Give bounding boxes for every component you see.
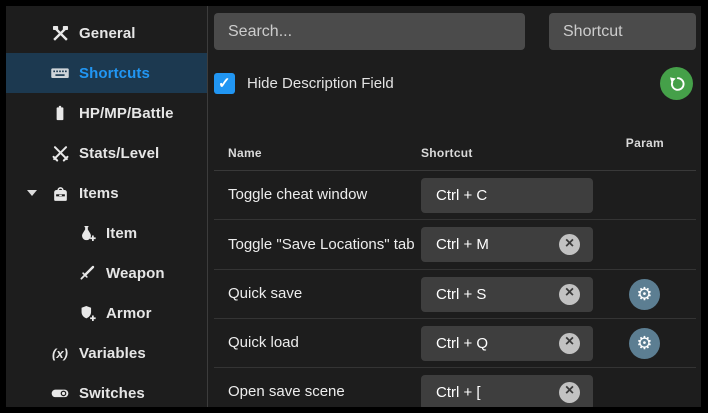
hammer-wrench-icon: [50, 23, 70, 43]
hide-description-label: Hide Description Field: [247, 74, 394, 92]
clear-shortcut-button[interactable]: [559, 283, 580, 305]
column-header-shortcut: Shortcut: [421, 146, 473, 160]
param-gear-button[interactable]: [629, 327, 660, 359]
sword-icon: [77, 263, 97, 283]
shortcut-field[interactable]: Ctrl + [: [421, 374, 593, 407]
sidebar-item-switches[interactable]: Switches: [6, 373, 207, 407]
sidebar-item-label: Weapon: [106, 264, 165, 282]
chevron-down-icon[interactable]: [27, 190, 37, 196]
sidebar-item-label: Stats/Level: [79, 144, 160, 162]
shortcut-field[interactable]: Ctrl + M: [421, 227, 593, 262]
sidebar-item-label: HP/MP/Battle: [79, 104, 174, 122]
sidebar-item-items[interactable]: Items: [6, 173, 207, 213]
clear-shortcut-button[interactable]: [559, 332, 580, 354]
sidebar-item-label: Switches: [79, 384, 145, 402]
table-row: Quick load Ctrl + Q: [214, 319, 696, 368]
param-gear-button[interactable]: [629, 278, 660, 310]
shortcut-name: Toggle "Save Locations" tab: [228, 235, 415, 253]
column-header-name: Name: [228, 146, 262, 160]
sidebar-item-weapon[interactable]: Weapon: [6, 253, 207, 293]
sidebar-item-label: Items: [79, 184, 119, 202]
shortcut-field[interactable]: Ctrl + Q: [421, 325, 593, 361]
sidebar-item-label: Item: [106, 224, 138, 242]
shortcuts-table: Name Shortcut Param Toggle cheat window …: [214, 128, 696, 407]
shortcut-value: Ctrl + [: [436, 383, 481, 401]
table-row: Toggle "Save Locations" tab Ctrl + M: [214, 220, 696, 270]
sidebar-item-armor[interactable]: Armor: [6, 293, 207, 333]
param-cell: [593, 327, 696, 359]
sidebar-item-label: Shortcuts: [79, 64, 150, 82]
variables-icon: (x): [52, 345, 68, 361]
armor-plus-icon: [77, 303, 97, 323]
reset-shortcuts-button[interactable]: [660, 67, 693, 100]
shortcut-name: Quick save: [228, 285, 303, 302]
shortcut-name: Quick load: [228, 334, 299, 351]
shortcut-value: Ctrl + Q: [436, 334, 489, 352]
sidebar-item-shortcuts[interactable]: Shortcuts: [6, 53, 207, 93]
clear-shortcut-button[interactable]: [559, 234, 580, 255]
battery-icon: [50, 103, 70, 123]
sidebar: General Shortcuts HP/MP/Battle Stats/Lev…: [6, 6, 207, 407]
shortcut-name: Open save scene: [228, 383, 345, 400]
shortcut-field[interactable]: Ctrl + C: [421, 177, 593, 213]
search-input[interactable]: [214, 13, 525, 50]
clear-shortcut-button[interactable]: [559, 381, 580, 403]
keyboard-icon: [50, 63, 70, 83]
sidebar-item-label: General: [79, 24, 136, 42]
table-row: Toggle cheat window Ctrl + C: [214, 171, 696, 220]
sidebar-item-variables[interactable]: (x) Variables: [6, 333, 207, 373]
sidebar-item-label: Variables: [79, 344, 146, 362]
table-row: Open save scene Ctrl + [: [214, 368, 696, 407]
column-header-param: Param: [625, 136, 664, 150]
sidebar-item-hp-mp-battle[interactable]: HP/MP/Battle: [6, 93, 207, 133]
sidebar-item-general[interactable]: General: [6, 13, 207, 53]
table-header: Name Shortcut Param: [214, 128, 696, 171]
sidebar-item-stats-level[interactable]: Stats/Level: [6, 133, 207, 173]
main-panel: Hide Description Field Name Shortcut Par…: [207, 6, 701, 407]
flask-plus-icon: [77, 223, 97, 243]
shortcut-value: Ctrl + S: [436, 285, 487, 303]
table-row: Quick save Ctrl + S: [214, 270, 696, 319]
shortcut-value: Ctrl + C: [436, 186, 488, 204]
sidebar-item-item[interactable]: Item: [6, 213, 207, 253]
param-cell: [593, 278, 696, 310]
toggle-icon: [50, 383, 70, 403]
shortcut-name: Toggle cheat window: [228, 186, 368, 203]
crossed-swords-icon: [50, 143, 70, 163]
hide-description-row: Hide Description Field: [214, 72, 394, 94]
shortcut-value: Ctrl + M: [436, 236, 489, 253]
shortcut-field[interactable]: Ctrl + S: [421, 276, 593, 312]
hide-description-checkbox[interactable]: [214, 72, 235, 94]
shortcut-filter-input[interactable]: [549, 13, 696, 50]
restore-icon: [667, 74, 687, 94]
sidebar-item-label: Armor: [106, 304, 152, 322]
backpack-icon: [50, 183, 70, 203]
